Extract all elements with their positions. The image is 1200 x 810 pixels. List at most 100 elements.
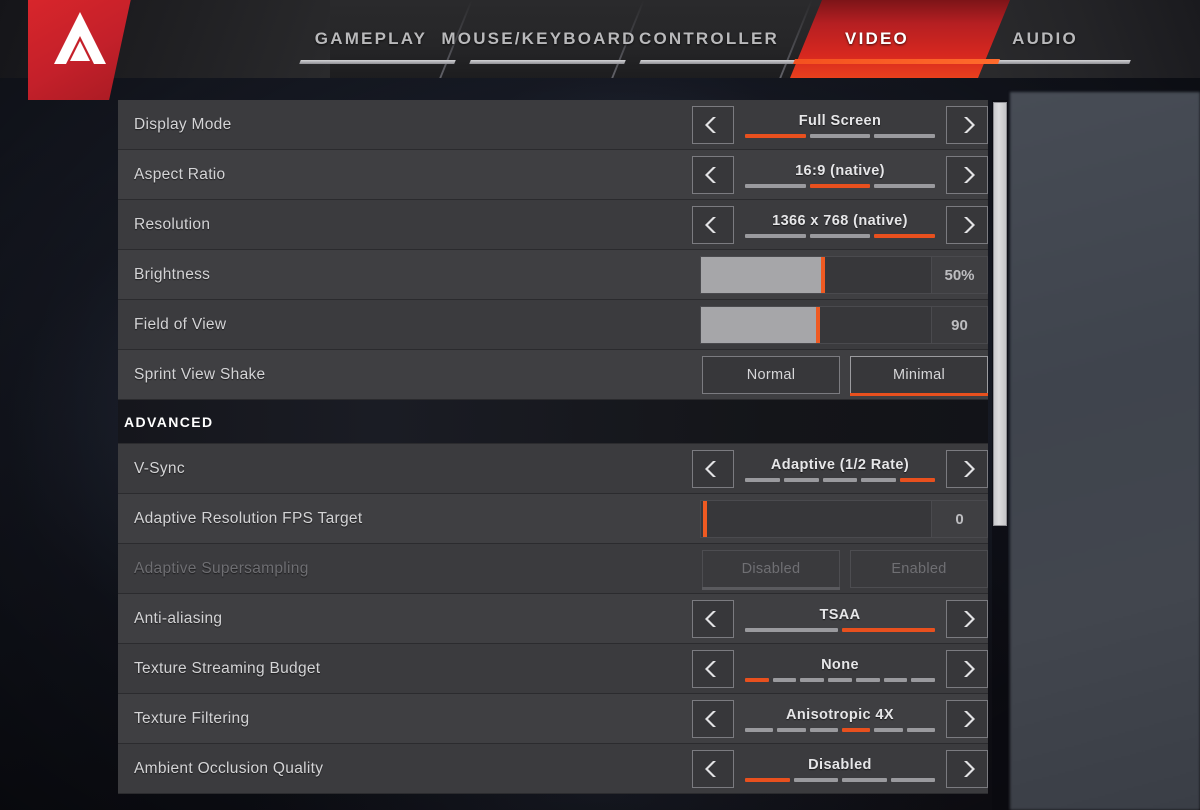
stepper-value-area[interactable]: Anisotropic 4X xyxy=(742,698,938,740)
setting-row-resolution[interactable]: Resolution 1366 x 768 (native) xyxy=(118,200,988,250)
stepper-value-area[interactable]: TSAA xyxy=(742,598,938,640)
stepper-value-area[interactable]: 16:9 (native) xyxy=(742,154,938,196)
segment-2 xyxy=(842,627,935,632)
setting-value: None xyxy=(821,656,859,673)
segment-2 xyxy=(777,727,806,732)
toggle-option-minimal[interactable]: Minimal xyxy=(850,356,988,396)
segment-2 xyxy=(783,477,819,482)
slider-readout: 50% xyxy=(932,256,988,294)
chevron-left-icon[interactable] xyxy=(692,600,734,638)
tab-mouse-keyboard[interactable]: MOUSE/KEYBOARD xyxy=(439,0,639,78)
toggle-option-disabled: Disabled xyxy=(702,550,840,590)
active-tab-underline xyxy=(792,59,1001,64)
tab-label: VIDEO xyxy=(845,29,909,48)
setting-row-texture-filtering[interactable]: Texture Filtering Anisotropic 4X xyxy=(118,694,988,744)
slider-track[interactable] xyxy=(700,306,932,344)
scrollbar-thumb[interactable] xyxy=(993,102,1007,526)
segment-5 xyxy=(874,727,903,732)
segment-1 xyxy=(745,627,838,632)
value-segments xyxy=(745,183,936,188)
segment-7 xyxy=(911,677,936,682)
slider-control: 50% xyxy=(700,250,988,300)
setting-value: TSAA xyxy=(819,606,861,623)
setting-row-brightness[interactable]: Brightness 50% xyxy=(118,250,988,300)
segment-2 xyxy=(809,183,871,188)
segment-1 xyxy=(745,183,806,188)
setting-value: Adaptive (1/2 Rate) xyxy=(770,456,910,473)
slider-readout: 90 xyxy=(932,306,988,344)
chevron-left-icon[interactable] xyxy=(692,750,734,788)
setting-row-field-of-view[interactable]: Field of View 90 xyxy=(118,300,988,350)
toggle-option-normal[interactable]: Normal xyxy=(702,356,840,394)
setting-row-adaptive-supersampling: Adaptive Supersampling Disabled Enabled xyxy=(118,544,988,594)
segment-2 xyxy=(772,677,797,682)
chevron-right-icon[interactable] xyxy=(946,600,988,638)
chevron-right-icon[interactable] xyxy=(946,700,988,738)
stepper-value-area[interactable]: None xyxy=(742,648,938,690)
stepper-value-area[interactable]: Full Screen xyxy=(742,104,938,146)
segment-2 xyxy=(809,133,871,138)
setting-value: Full Screen xyxy=(798,112,882,129)
setting-row-aspect-ratio[interactable]: Aspect Ratio 16:9 (native) xyxy=(118,150,988,200)
tab-label: GAMEPLAY xyxy=(314,29,428,48)
section-header-label: ADVANCED xyxy=(124,413,214,430)
setting-row-adaptive-resolution-fps-target[interactable]: Adaptive Resolution FPS Target 0 xyxy=(118,494,988,544)
value-segments xyxy=(745,727,935,732)
chevron-right-icon[interactable] xyxy=(946,106,988,144)
segment-1 xyxy=(745,677,769,682)
chevron-left-icon[interactable] xyxy=(692,650,734,688)
tab-label: CONTROLLER xyxy=(638,29,780,48)
segment-3 xyxy=(874,133,936,138)
top-nav-bar: GAMEPLAY MOUSE/KEYBOARD CONTROLLER VIDEO AUD… xyxy=(0,0,1200,78)
stepper-control: 1366 x 768 (native) xyxy=(692,200,988,250)
stepper-value-area[interactable]: Disabled xyxy=(742,748,938,790)
slider-track[interactable] xyxy=(700,256,932,294)
toggle-option-enabled: Enabled xyxy=(850,550,988,588)
value-segments xyxy=(745,133,936,138)
chevron-left-icon[interactable] xyxy=(692,450,734,488)
segment-3 xyxy=(874,183,936,188)
chevron-right-icon[interactable] xyxy=(946,750,988,788)
chevron-right-icon[interactable] xyxy=(946,156,988,194)
chevron-right-icon[interactable] xyxy=(946,206,988,244)
chevron-left-icon[interactable] xyxy=(692,156,734,194)
slider-handle[interactable] xyxy=(703,501,707,537)
segment-1 xyxy=(745,727,774,732)
setting-row-display-mode[interactable]: Display Mode Full Screen xyxy=(118,100,988,150)
setting-row-sprint-view-shake[interactable]: Sprint View Shake Normal Minimal xyxy=(118,350,988,400)
value-segments xyxy=(745,627,935,632)
setting-row-v-sync[interactable]: V-Sync Adaptive (1/2 Rate) xyxy=(118,444,988,494)
video-settings-list: Display Mode Full Screen Aspect Ratio 16:9 … xyxy=(118,100,988,810)
slider-fill xyxy=(701,257,823,293)
value-segments xyxy=(745,477,935,482)
tab-controller[interactable]: CONTROLLER xyxy=(624,0,794,78)
segment-6 xyxy=(906,727,935,732)
segment-6 xyxy=(883,677,908,682)
setting-value: Anisotropic 4X xyxy=(786,706,894,723)
setting-row-ambient-occlusion-quality[interactable]: Ambient Occlusion Quality Disabled xyxy=(118,744,988,794)
slider-handle[interactable] xyxy=(816,307,821,343)
tab-gameplay[interactable]: GAMEPLAY xyxy=(286,0,456,78)
segment-3 xyxy=(800,677,825,682)
stepper-control: None xyxy=(692,644,988,694)
setting-row-texture-streaming-budget[interactable]: Texture Streaming Budget None xyxy=(118,644,988,694)
stepper-control: Anisotropic 4X xyxy=(692,694,988,744)
setting-value: 16:9 (native) xyxy=(795,162,885,179)
chevron-right-icon[interactable] xyxy=(946,650,988,688)
chevron-right-icon[interactable] xyxy=(946,450,988,488)
slider-handle[interactable] xyxy=(820,257,825,293)
segment-2 xyxy=(793,777,838,782)
chevron-left-icon[interactable] xyxy=(692,700,734,738)
stepper-control: TSAA xyxy=(692,594,988,644)
nav-tabs: GAMEPLAY MOUSE/KEYBOARD CONTROLLER VIDEO AUD… xyxy=(0,0,1200,78)
toggle-control: Disabled Enabled xyxy=(692,544,988,594)
stepper-value-area[interactable]: Adaptive (1/2 Rate) xyxy=(742,448,938,490)
setting-row-anti-aliasing[interactable]: Anti-aliasing TSAA xyxy=(118,594,988,644)
segment-3 xyxy=(874,233,936,238)
setting-value: Disabled xyxy=(808,756,872,773)
stepper-value-area[interactable]: 1366 x 768 (native) xyxy=(742,204,938,246)
chevron-left-icon[interactable] xyxy=(692,106,734,144)
setting-value: 1366 x 768 (native) xyxy=(772,212,908,229)
slider-track[interactable] xyxy=(700,500,932,538)
chevron-left-icon[interactable] xyxy=(692,206,734,244)
